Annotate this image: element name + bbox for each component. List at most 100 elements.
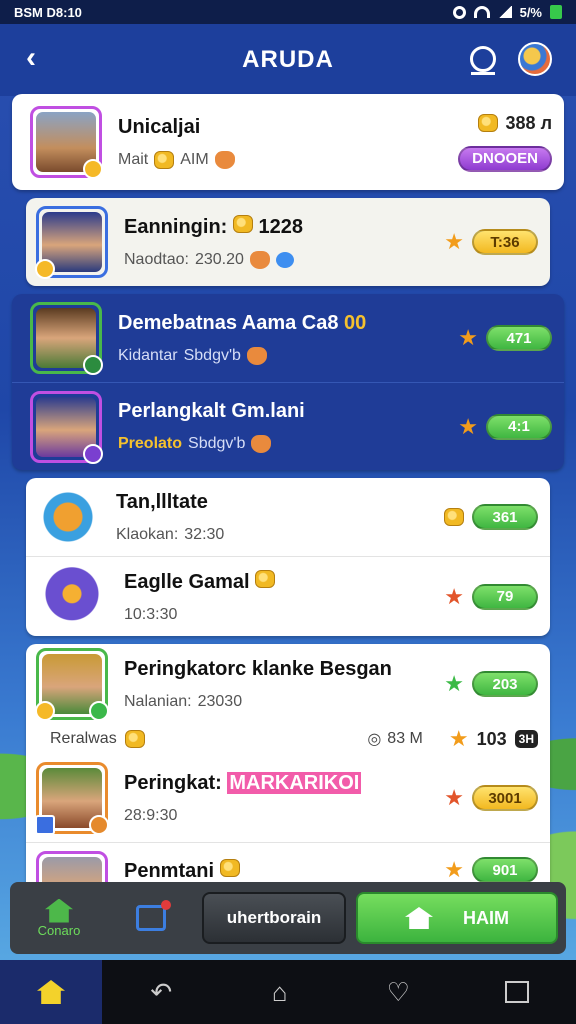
- gem-icon: [251, 435, 272, 453]
- gem-icon: [246, 346, 267, 365]
- star-icon: ★: [458, 325, 478, 350]
- avatar-image: [39, 564, 105, 629]
- player-name: Eanningin:: [124, 216, 228, 238]
- score-value: 103: [476, 728, 507, 749]
- rank-badge: 361: [472, 504, 538, 530]
- group-card: Tan,llltate Klaokan: 32:30 361 Eaglle Ga…: [26, 478, 550, 636]
- recents-icon: [504, 981, 529, 1003]
- player-row[interactable]: Demebatnas Aama Ca8 00 Kidantar Sbdgv'b …: [12, 294, 564, 382]
- settings-icon: [452, 5, 466, 19]
- rank-badge: 4:1: [486, 413, 552, 440]
- level-badge-icon: [35, 701, 55, 721]
- player-name: Perlangkalt Gm.lani: [118, 400, 305, 422]
- house-icon: [405, 907, 433, 929]
- level-badge-icon: [89, 815, 109, 835]
- player-row[interactable]: Peringkat: MARKARIKOI 28:9:30 ★ 3001: [26, 754, 550, 842]
- player-meta-label: Mait: [118, 150, 149, 168]
- player-name: Eaglle Gamal: [124, 570, 250, 593]
- player-card[interactable]: Eanningin: 1228 Naodtao: 230.20 ★ T:36: [26, 198, 550, 286]
- player-avatar: [35, 648, 109, 721]
- blue-pill-icon: [275, 252, 294, 268]
- player-avatar: [30, 302, 103, 375]
- status-chip: 3H: [514, 730, 538, 748]
- player-meta-value: 230.20: [194, 251, 244, 268]
- level-badge-icon: [35, 815, 55, 835]
- system-navigation-bar: ↶ ⌂ ♡: [0, 960, 576, 1024]
- search-icon[interactable]: [470, 46, 496, 75]
- app-header: ‹ ARUDA: [0, 24, 576, 96]
- star-icon: ★: [444, 857, 464, 882]
- primary-action-button[interactable]: HAIM: [356, 892, 558, 944]
- star-icon: ★: [444, 229, 464, 254]
- player-name-suffix: 00: [344, 311, 367, 334]
- level-badge-icon: [83, 443, 103, 464]
- player-meta-label: Kidantar: [118, 346, 178, 364]
- status-bar: BSM D8:10 5/%: [0, 0, 576, 24]
- status-icons: 5/%: [452, 4, 562, 20]
- star-icon: ★: [444, 785, 464, 810]
- player-meta-value: 32:30: [184, 525, 225, 543]
- coin-icon: [255, 569, 276, 588]
- player-name: Demebatnas Aama Ca8: [118, 311, 339, 334]
- gem-icon: [249, 251, 270, 269]
- home-icon: [37, 980, 65, 1004]
- primary-action-label: HAIM: [463, 907, 509, 928]
- level-badge-icon: [35, 259, 55, 279]
- rank-badge: 471: [486, 325, 552, 351]
- player-meta-label: Nalanian:: [124, 692, 192, 710]
- player-meta-label: Naodtao:: [124, 251, 189, 268]
- star-icon: ★: [444, 583, 464, 609]
- player-card[interactable]: Unicaljai Mait AIM 388 л DNOOEN: [12, 94, 564, 190]
- avatar-image: [39, 490, 97, 544]
- action-badge[interactable]: DNOOEN: [458, 145, 552, 172]
- stats-label: Reralwas: [50, 730, 117, 747]
- profile-avatar[interactable]: [518, 42, 552, 76]
- player-row[interactable]: Tan,llltate Klaokan: 32:30 361: [26, 478, 550, 556]
- back-icon: ↶: [150, 976, 173, 1007]
- level-badge-icon: [83, 355, 103, 375]
- coin-icon: [232, 215, 253, 233]
- bottom-action-bar: Conaro uhertborain HAIM: [10, 882, 566, 954]
- star-icon: ★: [444, 671, 464, 696]
- leaderboard-list: Unicaljai Mait AIM 388 л DNOOEN Eanningi…: [12, 94, 564, 914]
- rank-badge: 3001: [472, 785, 538, 811]
- player-meta-value: 28:9:30: [124, 806, 178, 824]
- star-icon: ★: [448, 726, 469, 751]
- home-outline-icon: ⌂: [271, 976, 288, 1007]
- timer-value: 83 M: [387, 730, 423, 747]
- battery-text: 5/%: [519, 4, 542, 20]
- wifi-icon: [473, 6, 490, 18]
- group-card: Peringkatorc klanke Besgan Nalanian: 230…: [26, 644, 550, 906]
- player-row[interactable]: Eaglle Gamal 10:3:30 ★ 79: [26, 556, 550, 636]
- level-badge-icon: [83, 159, 103, 179]
- home-tab[interactable]: Conaro: [18, 888, 100, 948]
- nav-recents-button[interactable]: [458, 981, 576, 1003]
- shop-icon: [136, 900, 171, 931]
- player-score: 1228: [258, 216, 303, 238]
- secondary-action-button[interactable]: uhertborain: [202, 892, 346, 944]
- item-icon: [36, 487, 100, 547]
- item-icon: [36, 562, 108, 632]
- nav-favorites-button[interactable]: ♡: [339, 977, 458, 1008]
- player-avatar: [30, 390, 103, 464]
- home-tab-label: Conaro: [37, 922, 81, 938]
- player-name: Penmtani: [124, 860, 215, 882]
- back-button[interactable]: ‹: [26, 43, 56, 74]
- nav-back-button[interactable]: ↶: [102, 977, 221, 1008]
- gem-icon: [214, 150, 235, 169]
- timer: ◎ 83 M: [367, 730, 423, 748]
- coin-icon: [444, 508, 464, 526]
- player-row[interactable]: Perlangkalt Gm.lani Preolato Sbdgv'b ★ 4…: [12, 382, 564, 470]
- player-meta-label: Klaokan:: [116, 525, 179, 543]
- player-meta-value: Sbdgv'b: [188, 435, 246, 452]
- battery-icon: [550, 5, 562, 19]
- nav-home-outline-button[interactable]: ⌂: [221, 977, 340, 1008]
- player-name: Unicaljai: [118, 115, 201, 138]
- shop-tab[interactable]: [110, 888, 192, 948]
- nav-home-button[interactable]: [0, 960, 102, 1024]
- player-tag: MARKARIKOI: [227, 771, 362, 794]
- player-meta-value: AIM: [180, 150, 209, 168]
- player-meta-value: 10:3:30: [124, 605, 178, 623]
- player-row[interactable]: Peringkatorc klanke Besgan Nalanian: 230…: [26, 644, 550, 724]
- player-avatar: [35, 762, 109, 835]
